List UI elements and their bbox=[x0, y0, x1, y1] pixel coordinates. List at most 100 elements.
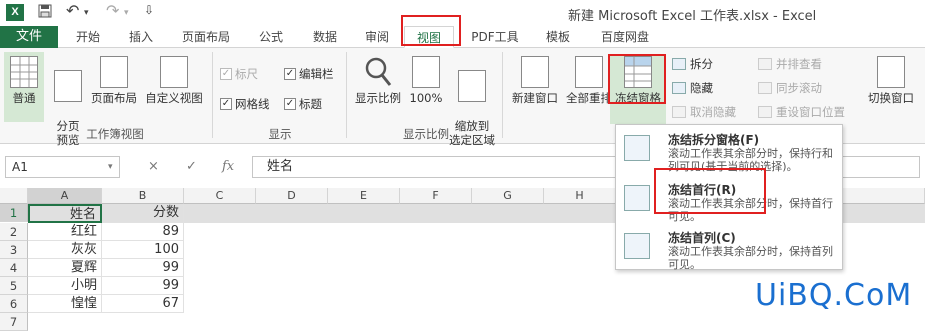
freeze-top-row-icon bbox=[624, 185, 650, 211]
freeze-top-row-highlight bbox=[654, 168, 766, 214]
column-header[interactable]: F bbox=[400, 188, 472, 204]
split-label: 拆分 bbox=[690, 57, 713, 71]
column-header[interactable]: G bbox=[472, 188, 544, 204]
unhide-icon bbox=[672, 106, 686, 118]
undo-dropdown-icon[interactable]: ▾ bbox=[84, 8, 89, 18]
ribbon-tabs: 文件 开始 插入 页面布局 公式 数据 审阅 视图 PDF工具 模板 百度网盘 bbox=[0, 26, 925, 48]
tab-formulas[interactable]: 公式 bbox=[246, 26, 296, 48]
row-header[interactable]: 2 bbox=[0, 223, 28, 241]
gridlines-checkbox[interactable]: ✓ 网格线 bbox=[220, 96, 270, 112]
formula-bar-check-icon: ✓ bbox=[284, 68, 296, 80]
zoom-100-label: 100% bbox=[409, 91, 443, 105]
hide-label: 隐藏 bbox=[690, 81, 713, 95]
normal-view-label: 普通 bbox=[12, 91, 36, 105]
row-header[interactable]: 3 bbox=[0, 241, 28, 259]
page-layout-view-label: 页面布局 bbox=[91, 91, 137, 105]
watermark: UiBQ.CoM bbox=[755, 278, 913, 313]
row-header[interactable]: 7 bbox=[0, 313, 28, 331]
table-cell[interactable]: 99 bbox=[102, 259, 184, 277]
zoom-button[interactable]: 显示比例 bbox=[350, 56, 406, 105]
table-cell[interactable]: 99 bbox=[102, 277, 184, 295]
name-box-dropdown-icon[interactable]: ▾ bbox=[108, 162, 113, 172]
row-header[interactable]: 1 bbox=[0, 204, 28, 222]
column-header[interactable]: B bbox=[102, 188, 184, 204]
unhide-button[interactable]: 取消隐藏 bbox=[672, 104, 736, 120]
menu-item-description: 滚动工作表其余部分时，保持首列可见。 bbox=[668, 245, 833, 271]
table-cell[interactable]: 姓名 bbox=[28, 204, 102, 223]
excel-app-icon: X bbox=[6, 4, 24, 21]
side-by-side-icon bbox=[758, 58, 772, 70]
tab-home[interactable]: 开始 bbox=[62, 26, 114, 48]
tab-pdf-tools[interactable]: PDF工具 bbox=[464, 26, 526, 48]
split-button[interactable]: 拆分 bbox=[672, 56, 713, 72]
tab-data[interactable]: 数据 bbox=[300, 26, 350, 48]
table-cell[interactable]: 夏辉 bbox=[28, 259, 102, 277]
table-cell[interactable]: 惶惶 bbox=[28, 295, 102, 313]
page-layout-view-button[interactable]: 页面布局 bbox=[88, 56, 140, 105]
table-cell[interactable]: 分数 bbox=[102, 204, 184, 223]
tab-review[interactable]: 审阅 bbox=[352, 26, 402, 48]
table-cell[interactable]: 灰灰 bbox=[28, 241, 102, 259]
window-title: 新建 Microsoft Excel 工作表.xlsx - Excel bbox=[568, 9, 817, 24]
new-window-button[interactable]: 新建窗口 bbox=[506, 56, 564, 105]
table-cell[interactable]: 100 bbox=[102, 241, 184, 259]
ruler-check-icon: ✓ bbox=[220, 68, 232, 80]
normal-view-icon bbox=[10, 56, 38, 88]
row-header[interactable]: 4 bbox=[0, 259, 28, 277]
undo-icon[interactable]: ↶ bbox=[66, 1, 79, 20]
column-header[interactable]: E bbox=[328, 188, 400, 204]
column-header[interactable]: H bbox=[544, 188, 616, 204]
row-header[interactable]: 5 bbox=[0, 277, 28, 295]
normal-view-button[interactable]: 普通 bbox=[4, 52, 44, 122]
page-break-preview-icon bbox=[54, 70, 82, 102]
switch-windows-button[interactable]: 切换窗口 bbox=[862, 56, 920, 105]
table-cell[interactable]: 67 bbox=[102, 295, 184, 313]
table-cell[interactable]: 89 bbox=[102, 223, 184, 241]
view-side-by-side-button[interactable]: 并排查看 bbox=[758, 56, 822, 72]
tab-templates[interactable]: 模板 bbox=[534, 26, 582, 48]
table-cell[interactable]: 红红 bbox=[28, 223, 102, 241]
tab-page-layout[interactable]: 页面布局 bbox=[170, 26, 242, 48]
zoom-label: 显示比例 bbox=[355, 91, 401, 105]
column-header[interactable]: D bbox=[256, 188, 328, 204]
name-box[interactable]: A1 bbox=[5, 156, 120, 178]
headings-checkbox[interactable]: ✓ 标题 bbox=[284, 96, 322, 112]
cancel-icon[interactable]: × bbox=[148, 159, 159, 174]
tab-file[interactable]: 文件 bbox=[0, 26, 58, 48]
hide-button[interactable]: 隐藏 bbox=[672, 80, 713, 96]
zoom-100-icon bbox=[412, 56, 440, 88]
column-header[interactable]: C bbox=[184, 188, 256, 204]
title-bar: X ↶ ▾ ↷ ▾ ⇩ 新建 Microsoft Excel 工作表.xlsx … bbox=[0, 0, 925, 26]
menu-item-title: 冻结首列(C) bbox=[668, 231, 736, 245]
magnifier-icon bbox=[364, 56, 392, 88]
zoom-group-label: 显示比例 bbox=[403, 127, 449, 141]
row-header[interactable]: 6 bbox=[0, 295, 28, 313]
sync-scroll-label: 同步滚动 bbox=[776, 81, 822, 95]
sync-scroll-button[interactable]: 同步滚动 bbox=[758, 80, 822, 96]
tab-insert[interactable]: 插入 bbox=[116, 26, 166, 48]
formula-bar-checkbox[interactable]: ✓ 编辑栏 bbox=[284, 66, 334, 82]
zoom-100-button[interactable]: 100% bbox=[408, 56, 444, 105]
tab-baidu-netdisk[interactable]: 百度网盘 bbox=[590, 26, 660, 48]
select-all-corner[interactable] bbox=[0, 188, 28, 204]
save-icon[interactable] bbox=[38, 4, 52, 22]
customize-quick-access-icon[interactable]: ⇩ bbox=[144, 3, 154, 17]
column-header[interactable]: A bbox=[28, 188, 102, 204]
table-cell[interactable]: 小明 bbox=[28, 277, 102, 295]
view-tab-highlight bbox=[401, 15, 461, 46]
reset-window-position-button[interactable]: 重设窗口位置 bbox=[758, 104, 845, 120]
gridlines-label: 网格线 bbox=[235, 97, 270, 111]
custom-views-button[interactable]: 自定义视图 bbox=[142, 56, 206, 105]
menu-item-freeze-first-column[interactable]: 冻结首列(C) 滚动工作表其余部分时，保持首列可见。 bbox=[616, 225, 842, 273]
redo-icon[interactable]: ↷ bbox=[106, 1, 119, 20]
enter-icon[interactable]: ✓ bbox=[186, 159, 197, 174]
reset-position-label: 重设窗口位置 bbox=[776, 105, 845, 119]
freeze-panes-menu-icon bbox=[624, 135, 650, 161]
switch-windows-label: 切换窗口 bbox=[868, 91, 914, 105]
redo-dropdown-icon[interactable]: ▾ bbox=[124, 8, 129, 18]
formula-bar-label: 编辑栏 bbox=[299, 67, 334, 81]
side-by-side-label: 并排查看 bbox=[776, 57, 822, 71]
insert-function-icon[interactable]: fx bbox=[222, 159, 234, 174]
unhide-label: 取消隐藏 bbox=[690, 105, 736, 119]
ruler-checkbox[interactable]: ✓ 标尺 bbox=[220, 66, 258, 82]
